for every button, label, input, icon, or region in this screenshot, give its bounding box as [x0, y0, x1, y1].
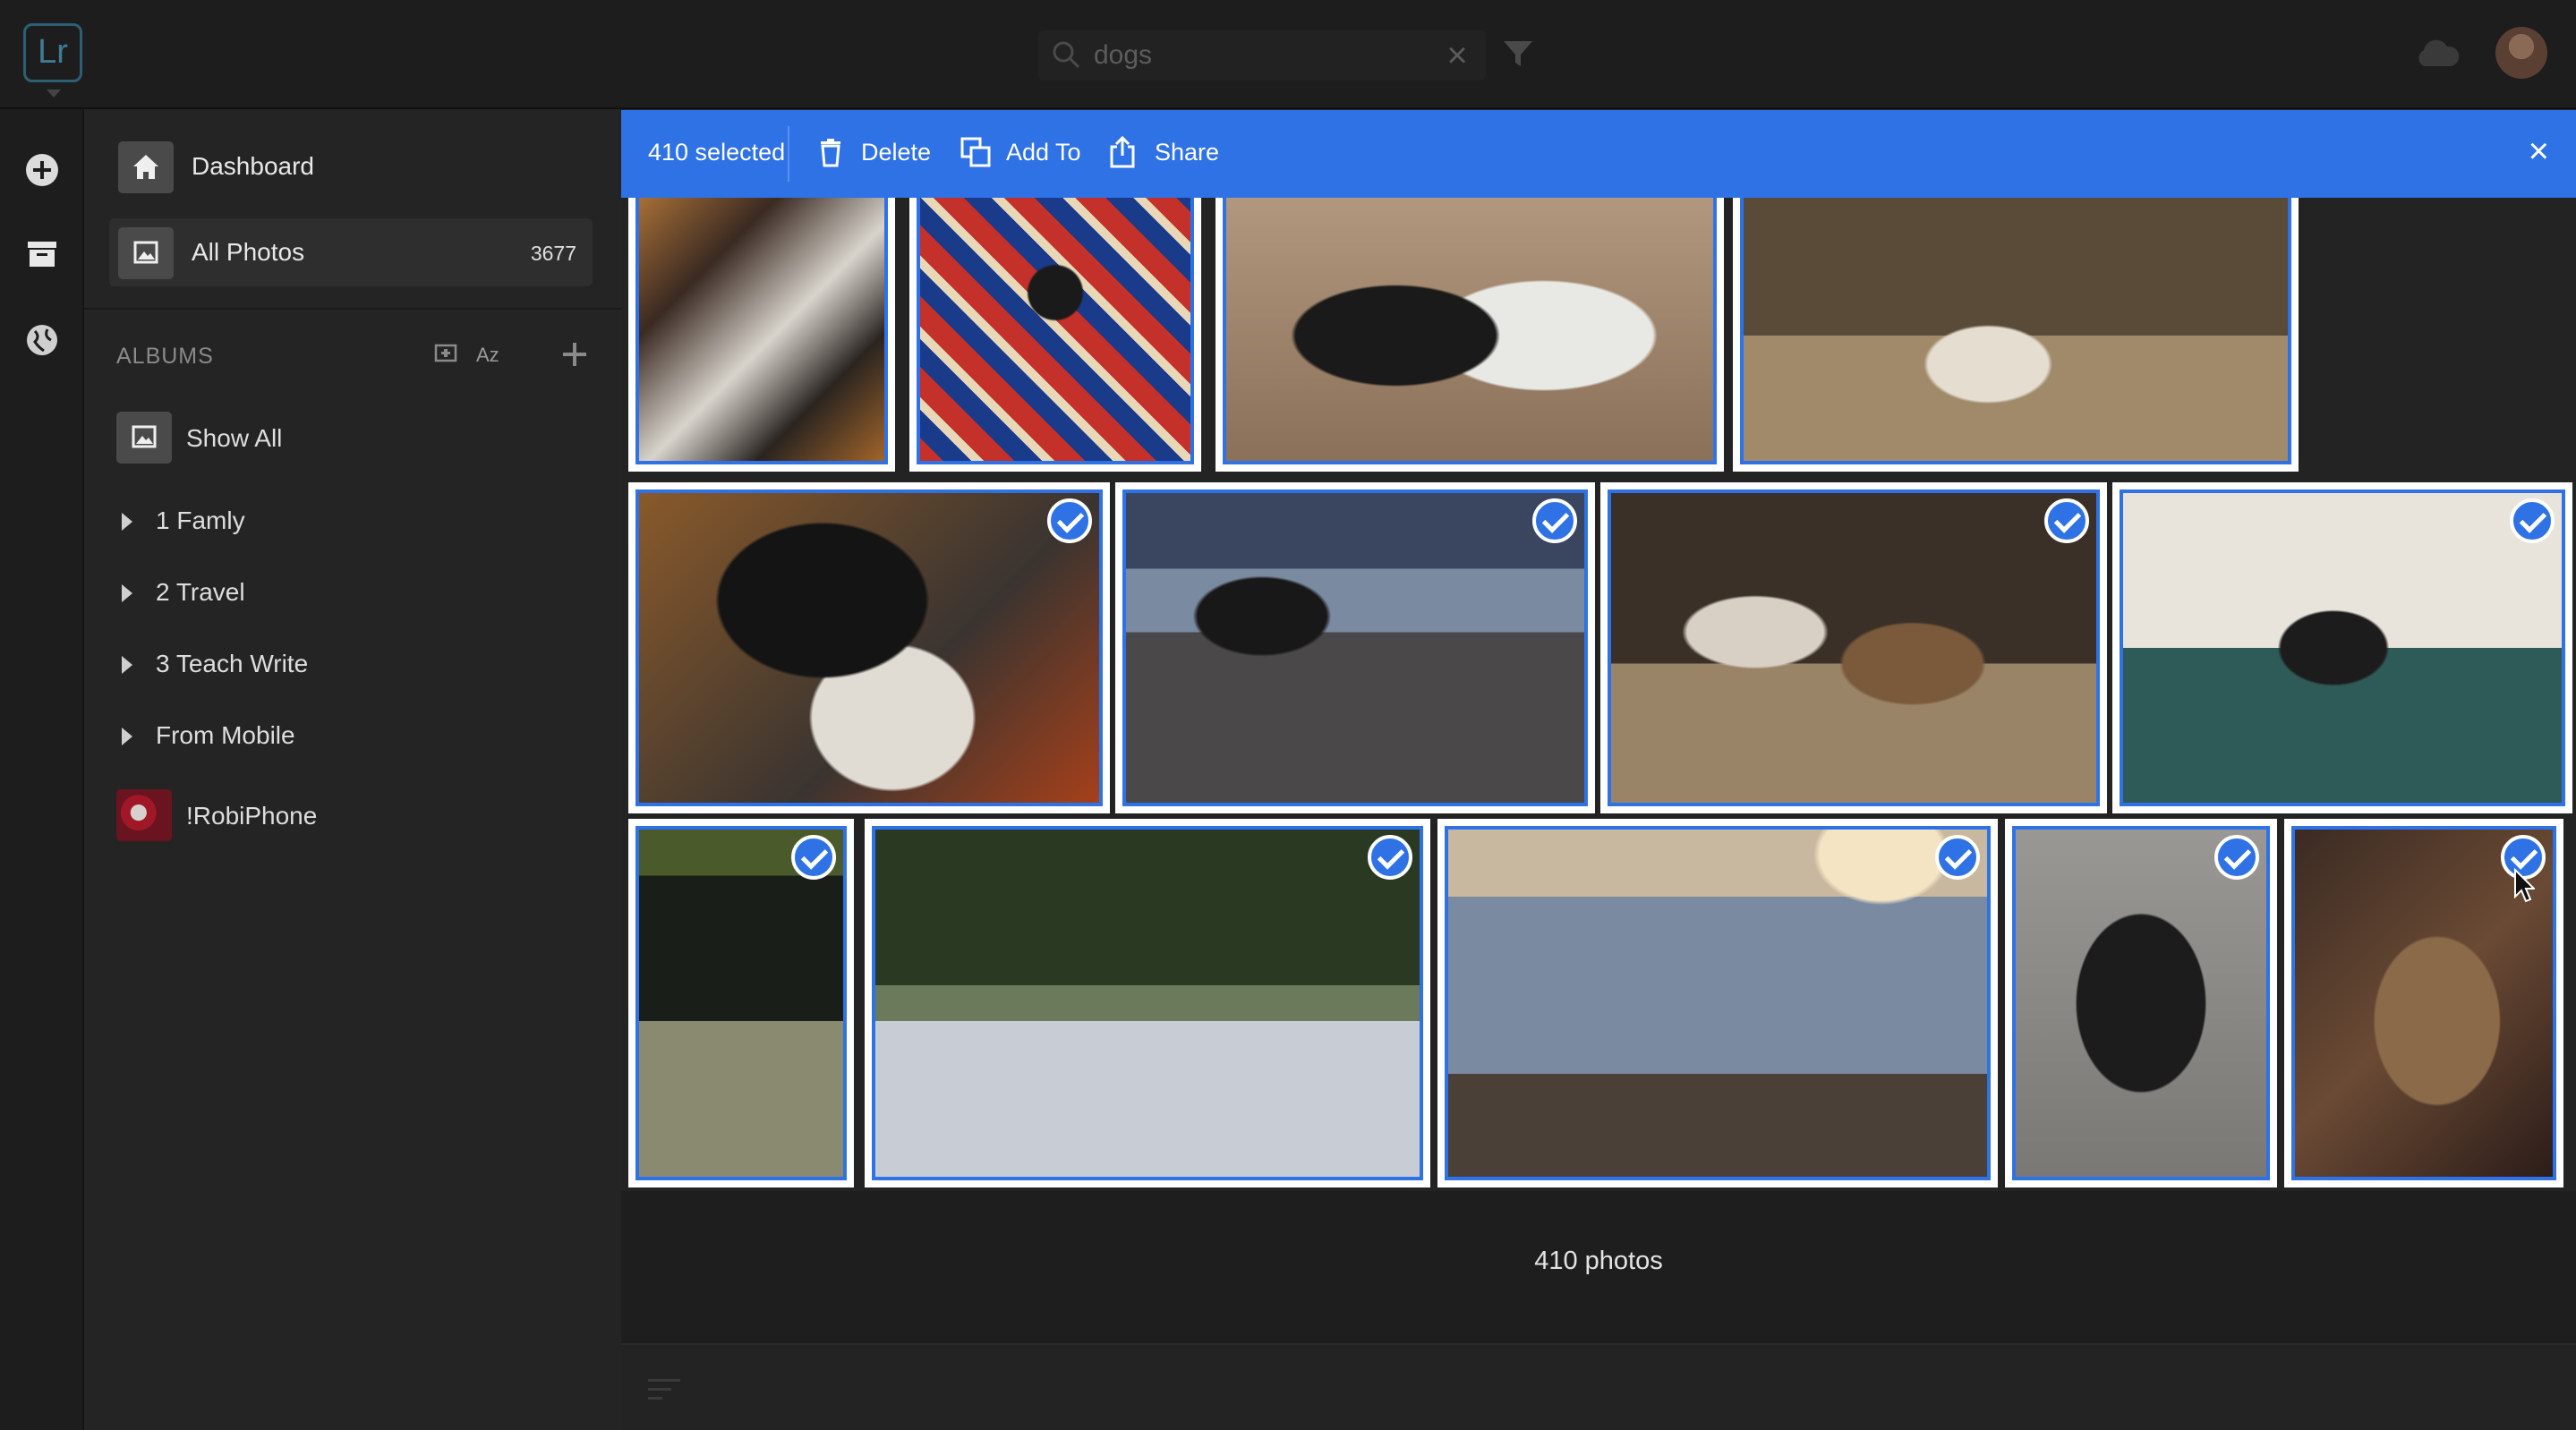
album-label: 2 Travel: [156, 578, 245, 606]
photo-tile[interactable]: [1215, 198, 1724, 472]
add-photos-icon[interactable]: [22, 150, 62, 190]
discover-globe-icon[interactable]: [22, 320, 62, 360]
close-icon[interactable]: ×: [2529, 133, 2549, 169]
album-label: !RobiPhone: [186, 802, 318, 830]
bottom-toolbar: [621, 1343, 2576, 1430]
album-label: 3 Teach Write: [156, 650, 309, 677]
delete-button[interactable]: Delete: [861, 139, 931, 166]
divider: [84, 308, 621, 310]
sort-button[interactable]: Az: [476, 344, 499, 367]
sidebar-item-all-photos[interactable]: All Photos 3677: [109, 218, 593, 286]
add-to-icon[interactable]: [958, 134, 994, 170]
library-icon[interactable]: [22, 234, 62, 274]
search-icon: [1053, 41, 1080, 69]
photos-icon: [118, 227, 174, 279]
search-box[interactable]: ×: [1038, 30, 1486, 81]
album-robiphone[interactable]: !RobiPhone: [116, 789, 600, 843]
photos-icon: [116, 412, 172, 464]
user-avatar[interactable]: [2495, 27, 2547, 79]
photo-count-badge: 3677: [530, 242, 576, 265]
chevron-down-icon[interactable]: [47, 89, 61, 98]
photo-tile[interactable]: [1115, 482, 1595, 813]
top-bar: Lr ×: [0, 0, 2576, 109]
selected-check-icon[interactable]: [1047, 498, 1092, 543]
album-show-all[interactable]: Show All: [116, 412, 600, 465]
album-1-famly[interactable]: 1 Famly: [116, 494, 600, 548]
album-from-mobile[interactable]: From Mobile: [116, 709, 600, 762]
photo-tile[interactable]: [2112, 482, 2572, 813]
album-2-travel[interactable]: 2 Travel: [116, 566, 600, 619]
mouse-cursor-icon: [2514, 868, 2535, 903]
selected-check-icon[interactable]: [2510, 498, 2555, 543]
lightroom-logo[interactable]: Lr: [23, 23, 82, 82]
home-icon: [118, 141, 174, 193]
album-3-teach-write[interactable]: 3 Teach Write: [116, 637, 600, 691]
left-rail: [0, 109, 84, 1430]
photo-tile[interactable]: [628, 198, 895, 472]
photo-tile[interactable]: [628, 819, 854, 1187]
selected-check-icon[interactable]: [2214, 835, 2259, 880]
clear-search-icon[interactable]: ×: [1439, 38, 1475, 73]
filter-icon[interactable]: [1500, 36, 1536, 72]
sidebar-item-label: Dashboard: [192, 152, 314, 180]
add-to-button[interactable]: Add To: [1006, 139, 1081, 166]
photo-tile[interactable]: [628, 482, 1110, 813]
photo-grid: [621, 198, 2576, 1191]
album-thumbnail: [116, 789, 172, 841]
new-folder-icon[interactable]: [433, 340, 458, 365]
albums-header: ALBUMS: [116, 344, 214, 369]
selected-check-icon[interactable]: [1532, 498, 1577, 543]
photo-tile[interactable]: [1733, 198, 2299, 472]
photo-total: 410 photos: [1534, 1247, 1663, 1275]
selected-check-icon[interactable]: [1935, 835, 1980, 880]
selected-check-icon[interactable]: [2044, 498, 2089, 543]
grid-footer: 410 photos: [621, 1191, 2576, 1343]
add-album-icon[interactable]: [560, 340, 589, 369]
divider: [788, 126, 789, 182]
expand-arrow-icon[interactable]: [122, 728, 132, 745]
expand-arrow-icon[interactable]: [122, 513, 132, 531]
trash-icon[interactable]: [813, 134, 849, 170]
cloud-icon[interactable]: [2413, 38, 2461, 70]
photo-tile[interactable]: [909, 198, 1201, 472]
album-label: Show All: [186, 424, 283, 452]
sidebar-item-dashboard[interactable]: Dashboard: [109, 132, 593, 200]
expand-arrow-icon[interactable]: [122, 656, 132, 674]
share-icon[interactable]: [1105, 134, 1140, 170]
search-input[interactable]: [1094, 38, 1416, 73]
sidebar-item-label: All Photos: [192, 238, 305, 266]
album-label: 1 Famly: [156, 506, 245, 534]
album-label: From Mobile: [156, 721, 295, 749]
photo-tile[interactable]: [1437, 819, 1998, 1187]
sort-options-icon[interactable]: [648, 1377, 684, 1402]
photo-tile[interactable]: [865, 819, 1430, 1187]
selection-toolbar: 410 selected Delete Add To Share ×: [621, 110, 2576, 198]
expand-arrow-icon[interactable]: [122, 584, 132, 602]
share-button[interactable]: Share: [1155, 139, 1219, 166]
selected-check-icon[interactable]: [1368, 835, 1412, 880]
sidebar: Dashboard All Photos 3677 ALBUMS Az Show…: [84, 109, 621, 1430]
photo-tile[interactable]: [1600, 482, 2107, 813]
selected-check-icon[interactable]: [791, 835, 836, 880]
photo-tile[interactable]: [2005, 819, 2277, 1187]
selected-count: 410 selected: [648, 139, 786, 166]
